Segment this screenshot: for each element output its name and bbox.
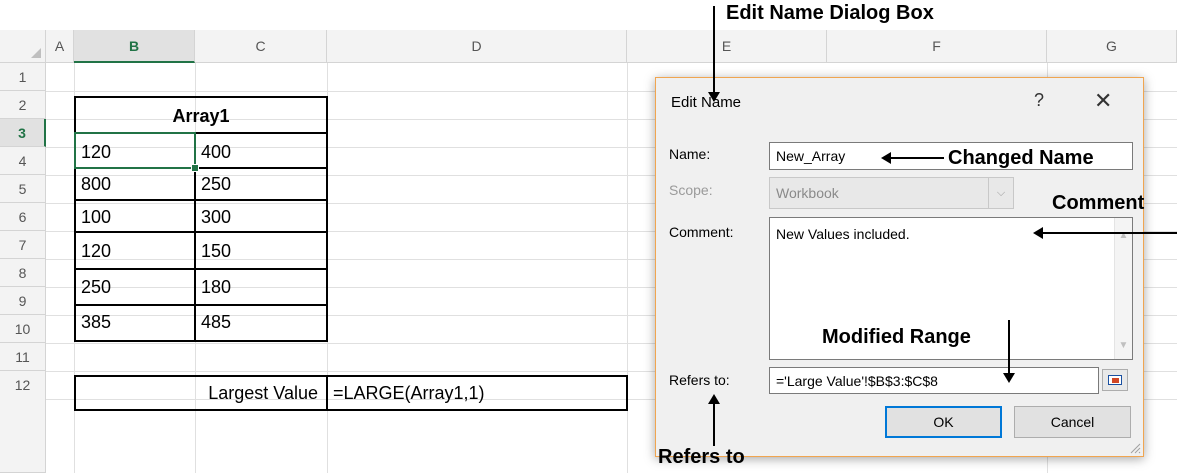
refers-to-input[interactable] — [769, 367, 1099, 394]
name-label: Name: — [669, 146, 711, 162]
gridline — [627, 63, 628, 473]
row-header-7[interactable]: 7 — [0, 231, 46, 259]
edit-name-dialog: Edit Name ? ✕ Name: Scope: Workbook ⌵ Co… — [655, 77, 1144, 457]
column-header-g[interactable]: G — [1047, 30, 1177, 63]
cell-b5[interactable]: 100 — [76, 203, 194, 231]
result-label-cell[interactable]: Largest Value — [76, 379, 322, 407]
column-header-f[interactable]: F — [827, 30, 1047, 63]
arrow-down-icon — [1003, 373, 1015, 383]
cell-b7[interactable]: 250 — [76, 273, 194, 301]
result-formula-cell[interactable]: =LARGE(Array1,1) — [328, 379, 626, 407]
column-header-c[interactable]: C — [195, 30, 327, 63]
cancel-button[interactable]: Cancel — [1014, 406, 1131, 438]
select-all-corner[interactable] — [0, 30, 46, 63]
cell-b6[interactable]: 120 — [76, 237, 194, 265]
row-header-5[interactable]: 5 — [0, 175, 46, 203]
chevron-down-icon[interactable]: ⌵ — [988, 178, 1013, 208]
scope-select[interactable]: Workbook ⌵ — [769, 177, 1014, 209]
row-header-3[interactable]: 3 — [0, 119, 46, 147]
table-border-line — [74, 268, 328, 270]
cell-c4[interactable]: 250 — [196, 170, 326, 198]
row-header-11[interactable]: 11 — [0, 343, 46, 371]
cell-c7[interactable]: 180 — [196, 273, 326, 301]
help-icon[interactable]: ? — [1034, 90, 1044, 111]
arrow-up-icon — [708, 394, 720, 404]
column-header-b[interactable]: B — [74, 30, 195, 63]
table-border-line — [74, 231, 328, 233]
arrow-line — [713, 404, 715, 446]
corner-triangle-icon — [31, 48, 41, 58]
arrow-line — [1043, 232, 1177, 234]
close-icon[interactable]: ✕ — [1094, 88, 1112, 114]
annotation-comment: Comment — [1052, 192, 1145, 214]
row-header-8[interactable]: 8 — [0, 259, 46, 287]
table-title-cell[interactable]: Array1 — [74, 102, 328, 130]
cell-c6[interactable]: 150 — [196, 237, 326, 265]
row-header-1[interactable]: 1 — [0, 63, 46, 91]
arrow-line — [713, 6, 715, 92]
refers-to-label: Refers to: — [669, 372, 730, 388]
arrow-line — [891, 157, 944, 159]
row-header-9[interactable]: 9 — [0, 287, 46, 315]
table-border-line — [74, 199, 328, 201]
scope-label: Scope: — [669, 182, 713, 198]
annotation-dialog-box: Edit Name Dialog Box — [726, 2, 934, 24]
comment-text: New Values included. — [776, 226, 910, 242]
dialog-title: Edit Name — [671, 94, 742, 111]
cell-b4[interactable]: 800 — [76, 170, 194, 198]
arrow-left-icon — [881, 152, 891, 164]
collapse-dialog-icon[interactable] — [1102, 369, 1128, 391]
row-header-6[interactable]: 6 — [0, 203, 46, 231]
arrow-left-icon — [1033, 227, 1043, 239]
table-border-line — [74, 304, 328, 306]
scroll-down-icon[interactable]: ▼ — [1115, 340, 1132, 351]
scope-value: Workbook — [776, 185, 839, 201]
fill-handle[interactable] — [191, 164, 199, 172]
arrow-down-icon — [708, 92, 720, 102]
annotation-refers-to: Refers to — [658, 446, 745, 468]
active-cell-indicator — [74, 132, 196, 169]
row-header-10[interactable]: 10 — [0, 315, 46, 343]
comment-label: Comment: — [669, 224, 734, 240]
cell-b8[interactable]: 385 — [76, 308, 194, 336]
resize-grip-icon[interactable] — [1129, 442, 1141, 454]
row-header-12[interactable]: 12 — [0, 371, 46, 473]
collapse-marker — [1112, 378, 1119, 383]
cell-c5[interactable]: 300 — [196, 203, 326, 231]
row-header-2[interactable]: 2 — [0, 91, 46, 119]
ok-button[interactable]: OK — [885, 406, 1002, 438]
arrow-line — [1008, 320, 1010, 373]
column-header-d[interactable]: D — [327, 30, 627, 63]
row-header-4[interactable]: 4 — [0, 147, 46, 175]
cell-c8[interactable]: 485 — [196, 308, 326, 336]
comment-scrollbar[interactable]: ▲ ▼ — [1114, 218, 1132, 359]
column-header-a[interactable]: A — [46, 30, 74, 63]
cell-c3[interactable]: 400 — [196, 138, 326, 166]
column-header-e[interactable]: E — [627, 30, 827, 63]
annotation-changed-name: Changed Name — [948, 147, 1094, 169]
annotation-modified-range: Modified Range — [822, 326, 971, 348]
